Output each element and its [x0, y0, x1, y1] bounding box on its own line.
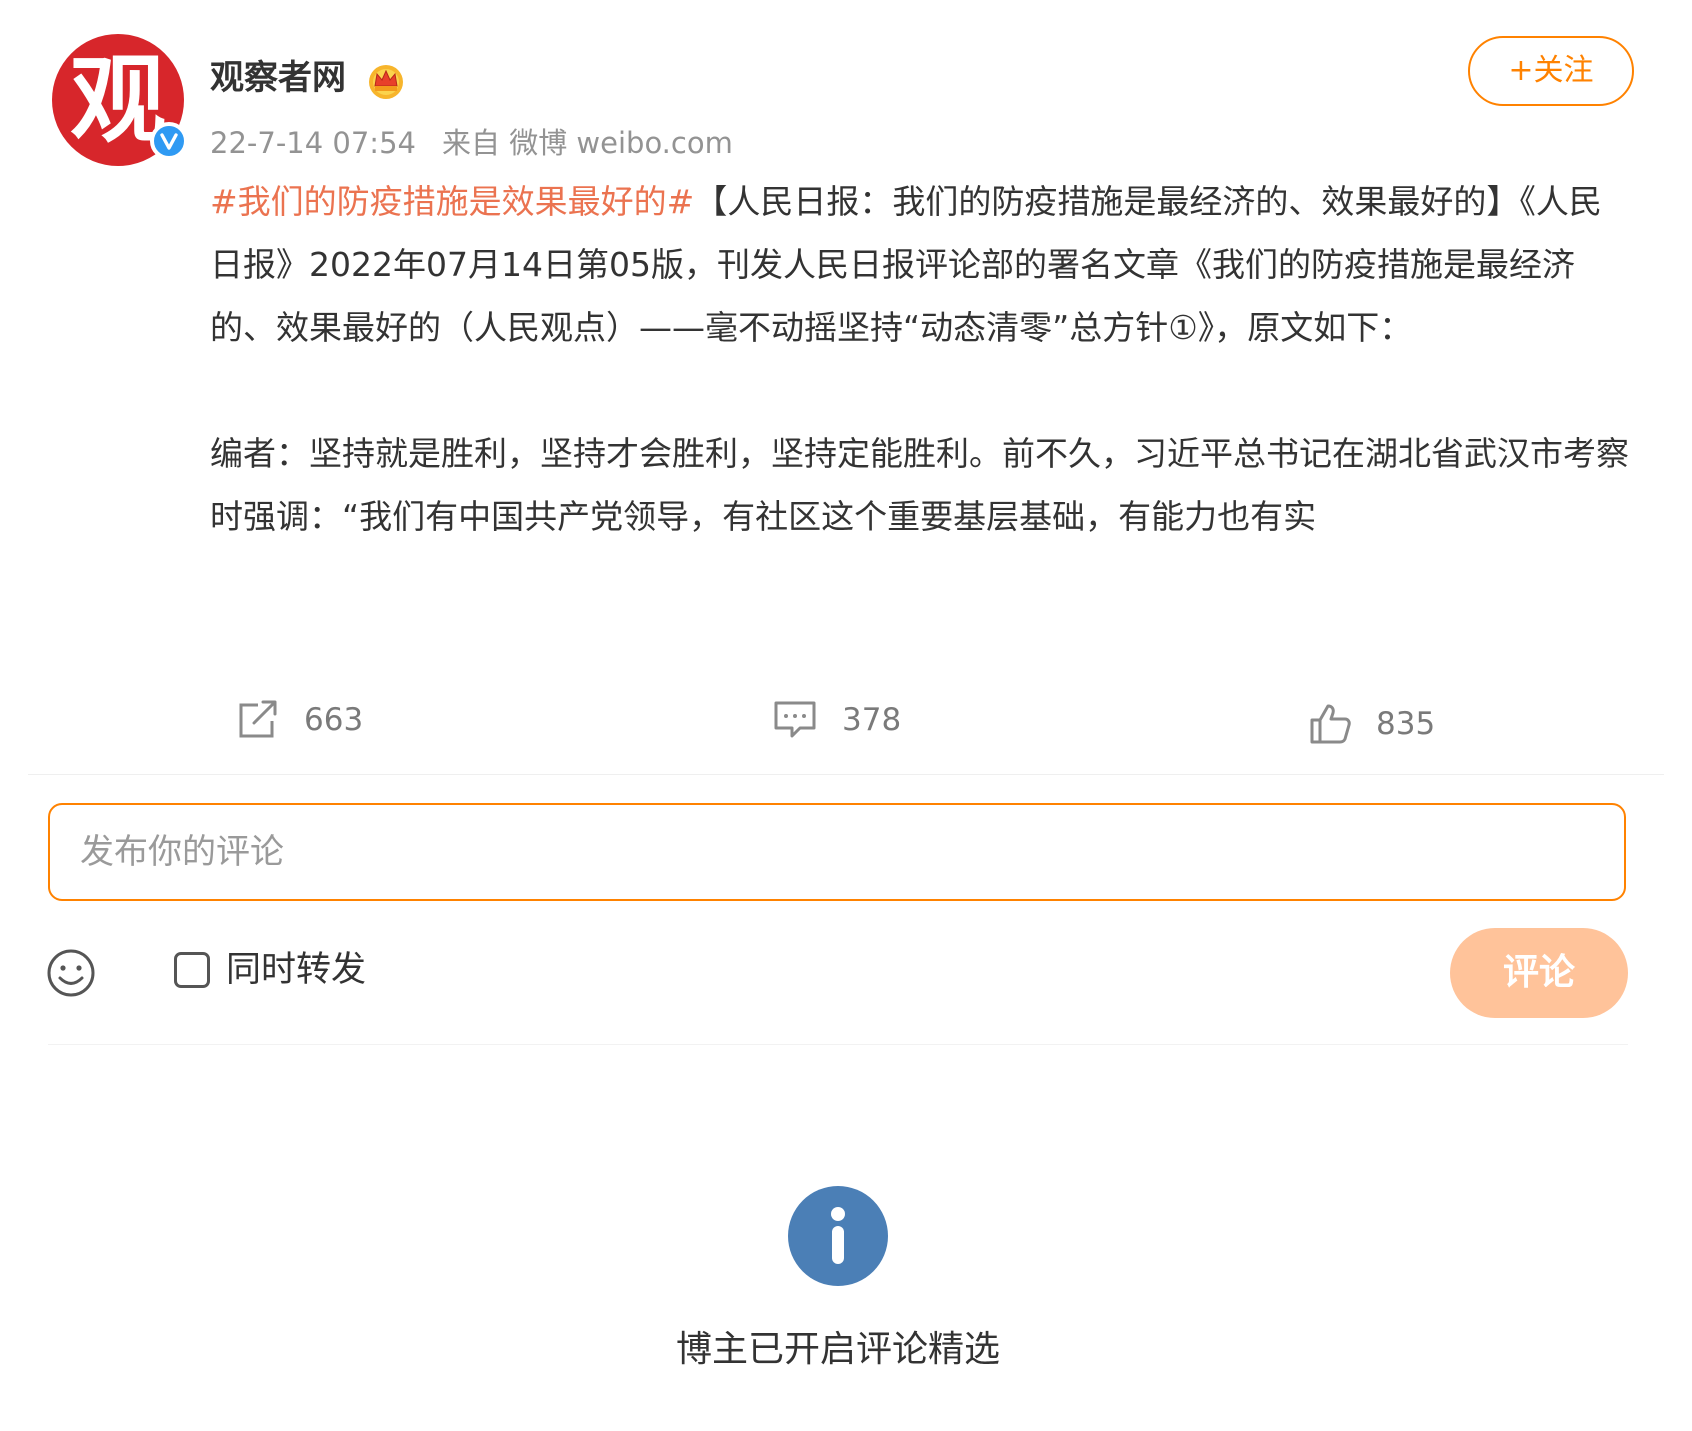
action-bar: 663 378 835 — [0, 690, 1692, 750]
post-timestamp[interactable]: 22-7-14 07:54 — [210, 126, 416, 160]
comment-count: 378 — [842, 702, 902, 738]
post-text: #我们的防疫措施是效果最好的#【人民日报：我们的防疫措施是最经济的、效果最好的】… — [210, 170, 1630, 548]
submit-comment-button[interactable]: 评论 — [1450, 928, 1628, 1018]
repost-checkbox[interactable] — [174, 952, 210, 988]
avatar[interactable]: 观 — [52, 34, 188, 166]
post-meta: 22-7-14 07:54 来自 微博 weibo.com — [210, 124, 733, 162]
comment-button[interactable]: 378 — [772, 690, 901, 750]
divider — [48, 1044, 1628, 1045]
comment-input[interactable] — [48, 803, 1626, 901]
user-name[interactable]: 观察者网 — [210, 56, 346, 100]
verified-icon — [150, 122, 188, 160]
post-source: 来自 微博 weibo.com — [441, 126, 733, 160]
like-icon — [1310, 704, 1351, 744]
hashtag-link[interactable]: #我们的防疫措施是效果最好的# — [210, 182, 694, 221]
crown-icon — [366, 62, 406, 100]
comment-icon — [774, 701, 816, 738]
repost-checkbox-label[interactable]: 同时转发 — [226, 948, 366, 992]
repost-count: 663 — [304, 702, 364, 738]
emoji-button[interactable] — [46, 948, 96, 998]
comment-selection-notice: 博主已开启评论精选 — [675, 1329, 1000, 1370]
like-count: 835 — [1376, 706, 1436, 742]
follow-button[interactable]: +关注 — [1468, 36, 1634, 106]
repost-button[interactable]: 663 — [236, 690, 363, 750]
emoji-icon — [47, 949, 95, 997]
like-button[interactable]: 835 — [1308, 694, 1435, 754]
divider — [28, 774, 1664, 775]
post-paragraph-1: #我们的防疫措施是效果最好的#【人民日报：我们的防疫措施是最经济的、效果最好的】… — [210, 170, 1630, 359]
repost-icon — [239, 700, 277, 738]
post-paragraph-2: 编者：坚持就是胜利，坚持才会胜利，坚持定能胜利。前不久，习近平总书记在湖北省武汉… — [210, 434, 1629, 536]
info-icon — [788, 1186, 888, 1286]
